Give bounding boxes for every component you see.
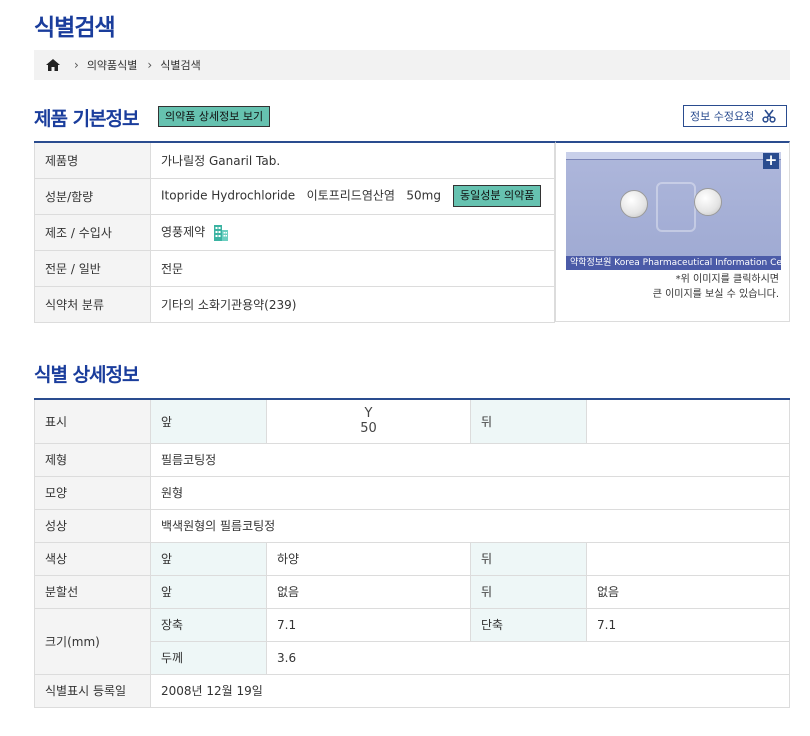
image-note-line: 큰 이미지를 보실 수 있습니다. <box>652 289 779 300</box>
appearance-value: 백색원형의 필름코팅정 <box>150 508 790 543</box>
pill-front <box>620 190 648 218</box>
table-row: 표시 앞 Y 50 뒤 <box>34 398 790 444</box>
manufacturer-value[interactable]: 영풍제약 <box>161 225 205 239</box>
table-row: 제조 / 수입사 영풍제약 <box>34 213 555 251</box>
classification-value: 기타의 소화기관용약(239) <box>150 285 555 323</box>
registration-date-value: 2008년 12월 19일 <box>150 673 790 708</box>
table-row: 전문 / 일반 전문 <box>34 249 555 287</box>
table-row: 분할선 앞 없음 뒤 없음 <box>34 574 790 609</box>
form-value: 필름코팅정 <box>150 442 790 477</box>
form-label: 제형 <box>34 442 151 477</box>
appearance-label: 성상 <box>34 508 151 543</box>
table-row: 모양 원형 <box>34 475 790 510</box>
same-ingredient-button[interactable]: 동일성분 의약품 <box>452 185 542 207</box>
pill-back <box>694 188 722 216</box>
split-front-value: 없음 <box>266 574 471 609</box>
table-row: 색상 앞 하양 뒤 <box>34 541 790 576</box>
scissors-icon <box>762 109 776 123</box>
split-back-value: 없음 <box>586 574 790 609</box>
rx-type-label: 전문 / 일반 <box>34 249 151 287</box>
pill-image[interactable]: 약학정보원 Korea Pharmaceutical Information C… <box>566 152 781 270</box>
back-label: 뒤 <box>470 541 587 576</box>
table-row: 식약처 분류 기타의 소화기관용약(239) <box>34 285 555 323</box>
mark-front-cell: Y 50 <box>266 398 471 444</box>
detail-info-title: 식별 상세정보 <box>34 364 139 386</box>
table-row: 성상 백색원형의 필름코팅정 <box>34 508 790 543</box>
mark-back-value <box>586 398 790 444</box>
ingredient-value: Itopride Hydrochloride 이토프리드염산염 50mg <box>161 188 441 203</box>
mark-front-line: Y <box>364 406 373 422</box>
product-name-label: 제품명 <box>34 141 151 179</box>
thickness-label: 두께 <box>150 640 267 675</box>
front-label: 앞 <box>150 398 267 444</box>
table-row: 성분/함량 Itopride Hydrochloride 이토프리드염산염 50… <box>34 177 555 215</box>
home-icon[interactable] <box>46 59 60 71</box>
chevron-right-icon: › <box>74 58 79 72</box>
split-line-label: 분할선 <box>34 574 151 609</box>
edit-request-label: 정보 수정요청 <box>690 110 755 123</box>
front-label: 앞 <box>150 541 267 576</box>
product-name-value: 가나릴정 Ganaril Tab. <box>150 141 555 179</box>
drug-detail-button[interactable]: 의약품 상세정보 보기 <box>158 106 271 127</box>
ingredient-label: 성분/함량 <box>34 177 151 215</box>
breadcrumb-item-search[interactable]: 식별검색 <box>160 57 200 73</box>
shape-value: 원형 <box>150 475 790 510</box>
ingredient-cell: Itopride Hydrochloride 이토프리드염산염 50mg 동일성분… <box>150 177 555 215</box>
image-footer: 약학정보원 Korea Pharmaceutical Information C… <box>566 256 781 270</box>
image-note-line: *위 이미지를 클릭하시면 <box>675 274 779 285</box>
rx-type-value: 전문 <box>150 249 555 287</box>
edit-request-button[interactable]: 정보 수정요청 <box>683 105 787 127</box>
front-label: 앞 <box>150 574 267 609</box>
building-icon[interactable] <box>213 223 229 242</box>
classification-label: 식약처 분류 <box>34 285 151 323</box>
back-label: 뒤 <box>470 574 587 609</box>
plus-icon[interactable]: + <box>763 153 779 169</box>
watermark-logo <box>656 182 696 232</box>
thickness-value: 3.6 <box>266 640 790 675</box>
table-row: 크기(mm) 장축 7.1 단축 7.1 <box>34 607 790 675</box>
color-label: 색상 <box>34 541 151 576</box>
long-axis-value: 7.1 <box>266 607 471 642</box>
short-axis-label: 단축 <box>470 607 587 642</box>
detail-info-table: 표시 앞 Y 50 뒤 제형 필름코팅정 모양 원형 성상 백색원형의 필름코팅… <box>34 398 790 708</box>
basic-info-title: 제품 기본정보 <box>34 108 139 130</box>
pill-image-box: 약학정보원 Korea Pharmaceutical Information C… <box>555 141 790 322</box>
table-row: 제형 필름코팅정 <box>34 442 790 477</box>
image-note: *위 이미지를 클릭하시면 큰 이미지를 보실 수 있습니다. <box>653 272 779 302</box>
breadcrumb: › 의약품식별 › 식별검색 <box>34 50 790 80</box>
table-row: 식별표시 등록일 2008년 12월 19일 <box>34 673 790 708</box>
color-back-value <box>586 541 790 576</box>
basic-info-table: 제품명 가나릴정 Ganaril Tab. 성분/함량 Itopride Hyd… <box>34 141 555 323</box>
registration-date-label: 식별표시 등록일 <box>34 673 151 708</box>
size-label: 크기(mm) <box>34 607 151 675</box>
chevron-right-icon: › <box>147 58 153 72</box>
page-title: 식별검색 <box>34 15 116 41</box>
short-axis-value: 7.1 <box>586 607 790 642</box>
manufacturer-cell: 영풍제약 <box>150 213 555 251</box>
back-label: 뒤 <box>470 398 587 444</box>
breadcrumb-item-identification[interactable]: 의약품식별 <box>87 57 138 73</box>
color-front-value: 하양 <box>266 541 471 576</box>
table-row: 제품명 가나릴정 Ganaril Tab. <box>34 141 555 179</box>
manufacturer-label: 제조 / 수입사 <box>34 213 151 251</box>
ruler <box>566 152 781 160</box>
long-axis-label: 장축 <box>150 607 267 642</box>
shape-label: 모양 <box>34 475 151 510</box>
mark-label: 표시 <box>34 398 151 444</box>
mark-front-line: 50 <box>360 421 377 437</box>
